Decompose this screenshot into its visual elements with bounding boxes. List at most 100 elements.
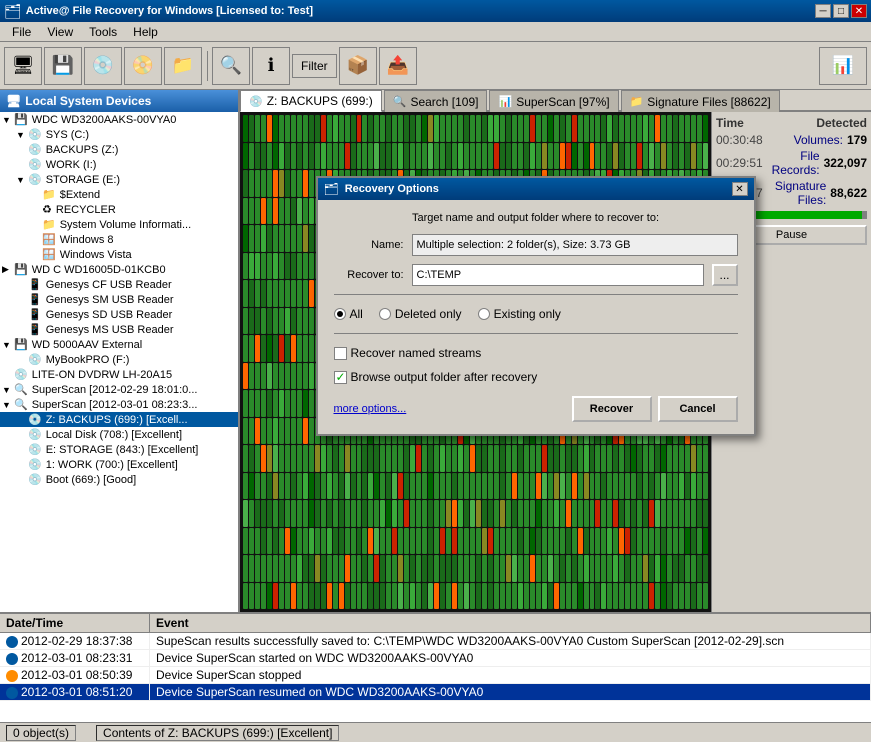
toolbar-btn-0[interactable]: 🖥 bbox=[4, 47, 42, 85]
scan-cell bbox=[416, 115, 421, 142]
tree-item[interactable]: ▶ 💾 WD C WD16005D-01KCB0 bbox=[0, 262, 238, 277]
scan-cell bbox=[601, 445, 606, 472]
radio-deleted[interactable]: Deleted only bbox=[379, 307, 462, 321]
toolbar-btn-search[interactable]: 🔍 bbox=[212, 47, 250, 85]
tree-item[interactable]: 💿 1: WORK (700:) [Excellent] bbox=[0, 457, 238, 472]
scan-cell bbox=[291, 583, 296, 610]
scan-cell bbox=[333, 555, 338, 582]
radio-all[interactable]: All bbox=[334, 307, 363, 321]
tree-item[interactable]: 💿 BACKUPS (Z:) bbox=[0, 142, 238, 157]
log-row: 2012-03-01 08:51:20 Device SuperScan res… bbox=[0, 684, 871, 701]
tree-item[interactable]: 📱 Genesys CF USB Reader bbox=[0, 277, 238, 292]
tree-item[interactable]: 💿 MyBookPRO (F:) bbox=[0, 352, 238, 367]
tree-item[interactable]: ▼ 🔍 SuperScan [2012-02-29 18:01:0... bbox=[0, 382, 238, 397]
scan-cell bbox=[595, 500, 600, 527]
scan-cell bbox=[566, 583, 571, 610]
tab-0[interactable]: 💿Z: BACKUPS (699:) bbox=[240, 90, 382, 112]
tree-item[interactable]: 💿 Local Disk (708:) [Excellent] bbox=[0, 427, 238, 442]
tree-item[interactable]: 📁 $Extend bbox=[0, 187, 238, 202]
toolbar-btn-3[interactable]: 📀 bbox=[124, 47, 162, 85]
scan-cell bbox=[649, 115, 654, 142]
recover-button[interactable]: Recover bbox=[572, 396, 652, 422]
tree-item[interactable]: 💿 LITE-ON DVDRW LH-20A15 bbox=[0, 367, 238, 382]
scan-cell bbox=[243, 308, 248, 335]
tree-item[interactable]: 🪟 Windows Vista bbox=[0, 247, 238, 262]
tree-item[interactable]: 💿 Boot (669:) [Good] bbox=[0, 472, 238, 487]
log-event: SupeScan results successfully saved to: … bbox=[150, 633, 871, 649]
scan-cell bbox=[255, 170, 260, 197]
tree-expand-icon: ▼ bbox=[2, 115, 12, 125]
scan-cell bbox=[685, 528, 690, 555]
tree-item[interactable]: ▼ 💿 SYS (C:) bbox=[0, 127, 238, 142]
scan-cell bbox=[488, 500, 493, 527]
tree-area[interactable]: ▼ 💾 WDC WD3200AAKS-00VYA0 ▼ 💿 SYS (C:) 💿… bbox=[0, 112, 238, 612]
tree-item[interactable]: ▼ 💿 STORAGE (E:) bbox=[0, 172, 238, 187]
scan-cell bbox=[548, 500, 553, 527]
filter-button[interactable]: Filter bbox=[292, 54, 337, 78]
tree-item[interactable]: 💿 E: STORAGE (843:) [Excellent] bbox=[0, 442, 238, 457]
tree-node-icon: 💾 bbox=[14, 338, 28, 351]
recover-to-input[interactable] bbox=[412, 264, 704, 286]
tree-item[interactable]: ▼ 🔍 SuperScan [2012-03-01 08:23:3... bbox=[0, 397, 238, 412]
maximize-button[interactable]: □ bbox=[833, 4, 849, 18]
toolbar-btn-1[interactable]: 💾 bbox=[44, 47, 82, 85]
menu-help[interactable]: Help bbox=[125, 23, 166, 41]
radio-all-circle bbox=[334, 308, 346, 320]
toolbar-btn-4[interactable]: 📁 bbox=[164, 47, 202, 85]
scan-cell bbox=[291, 390, 296, 417]
tab-3[interactable]: 📁Signature Files [88622] bbox=[621, 90, 780, 112]
scan-cell bbox=[374, 500, 379, 527]
modal-close-button[interactable]: ✕ bbox=[732, 182, 748, 196]
tree-item[interactable]: 📱 Genesys SM USB Reader bbox=[0, 292, 238, 307]
tree-node-label: WD 5000AAV External bbox=[32, 339, 142, 351]
radio-existing[interactable]: Existing only bbox=[478, 307, 561, 321]
menu-view[interactable]: View bbox=[39, 23, 81, 41]
tree-item[interactable]: 🪟 Windows 8 bbox=[0, 232, 238, 247]
tree-item[interactable]: 💿 WORK (I:) bbox=[0, 157, 238, 172]
scan-cell bbox=[345, 500, 350, 527]
scan-cell bbox=[315, 115, 320, 142]
tree-item[interactable]: 📱 Genesys SD USB Reader bbox=[0, 307, 238, 322]
menu-tools[interactable]: Tools bbox=[81, 23, 125, 41]
scan-cell bbox=[297, 418, 302, 445]
scan-cell bbox=[512, 555, 517, 582]
checkbox-named-streams[interactable]: Recover named streams bbox=[334, 346, 738, 360]
menu-file[interactable]: File bbox=[4, 23, 39, 41]
toolbar-btn-recover[interactable]: 📦 bbox=[339, 47, 377, 85]
minimize-button[interactable]: ─ bbox=[815, 4, 831, 18]
tree-item[interactable]: 💿 Z: BACKUPS (699:) [Excell... bbox=[0, 412, 238, 427]
scan-cell bbox=[351, 528, 356, 555]
tree-item[interactable]: ▼ 💾 WDC WD3200AAKS-00VYA0 bbox=[0, 112, 238, 127]
scan-cell bbox=[279, 500, 284, 527]
name-input[interactable] bbox=[412, 234, 738, 256]
toolbar-btn-export[interactable]: 📤 bbox=[379, 47, 417, 85]
toolbar-btn-chart[interactable]: 📊 bbox=[819, 47, 867, 85]
scan-cell bbox=[572, 528, 577, 555]
scan-cell bbox=[500, 583, 505, 610]
toolbar-btn-2[interactable]: 💿 bbox=[84, 47, 122, 85]
scan-cell bbox=[422, 115, 427, 142]
scan-cell bbox=[458, 583, 463, 610]
browse-button[interactable]: ... bbox=[712, 264, 738, 286]
tab-2[interactable]: 📊SuperScan [97%] bbox=[489, 90, 618, 112]
more-options-link[interactable]: more options... bbox=[334, 403, 407, 415]
tree-item[interactable]: 📱 Genesys MS USB Reader bbox=[0, 322, 238, 337]
checkbox-browse-after[interactable]: Browse output folder after recovery bbox=[334, 370, 738, 384]
menu-bar: File View Tools Help bbox=[0, 22, 871, 42]
toolbar-btn-info[interactable]: ℹ bbox=[252, 47, 290, 85]
tree-item[interactable]: ▼ 💾 WD 5000AAV External bbox=[0, 337, 238, 352]
scan-cell bbox=[261, 445, 266, 472]
log-event: Device SuperScan resumed on WDC WD3200AA… bbox=[150, 684, 871, 700]
scan-cell bbox=[410, 528, 415, 555]
tree-node-icon: 🔍 bbox=[14, 398, 28, 411]
scan-cell bbox=[440, 555, 445, 582]
close-button[interactable]: ✕ bbox=[851, 4, 867, 18]
tab-1[interactable]: 🔍Search [109] bbox=[384, 90, 488, 112]
tree-item[interactable]: ♻ RECYCLER bbox=[0, 202, 238, 217]
scan-cell bbox=[279, 418, 284, 445]
cancel-button[interactable]: Cancel bbox=[658, 396, 738, 422]
tree-item[interactable]: 📁 System Volume Informati... bbox=[0, 217, 238, 232]
tree-expand-icon: ▶ bbox=[2, 264, 12, 275]
scan-cell bbox=[446, 473, 451, 500]
scan-cell bbox=[261, 280, 266, 307]
